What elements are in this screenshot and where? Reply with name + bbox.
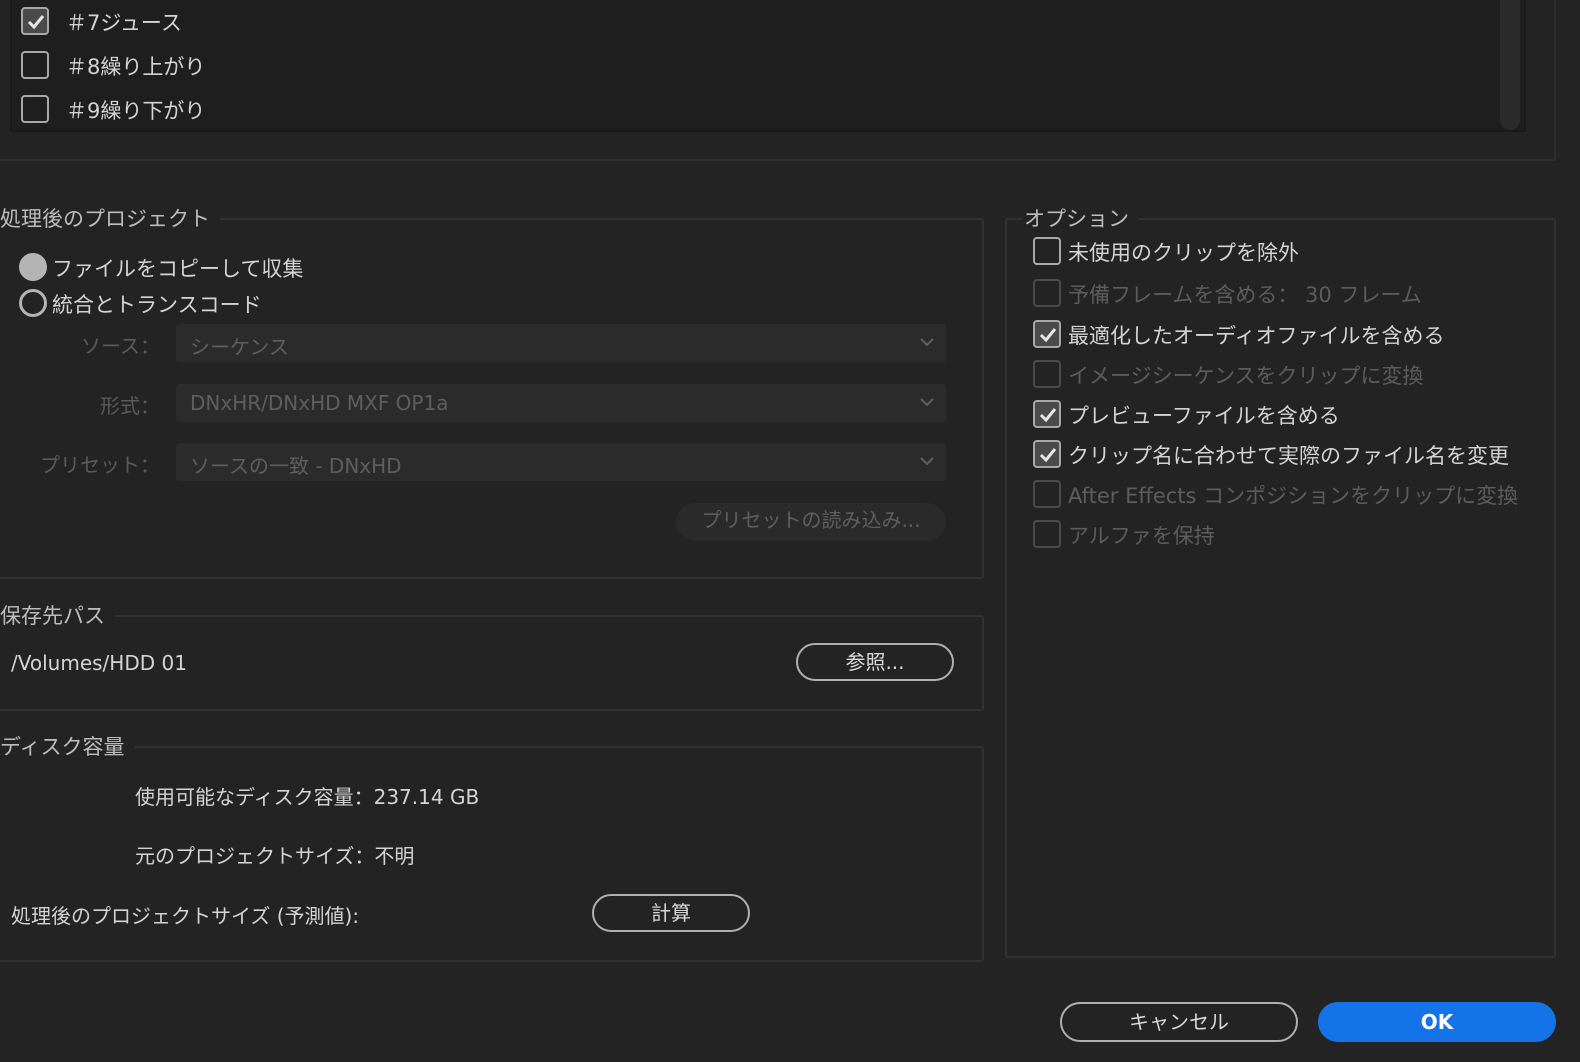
sequence-7-label: ＃7ジュース [66, 11, 182, 35]
sequence-list-scrollbar[interactable] [1500, 0, 1520, 130]
sequence-9-label: ＃9繰り下がり [66, 99, 206, 123]
format-value: DNxHR/DNxHD MXF OP1a [190, 391, 449, 415]
format-select[interactable]: DNxHR/DNxHD MXF OP1a [176, 384, 946, 422]
browse-button[interactable]: 参照... [796, 643, 954, 681]
format-label: 形式： [100, 394, 160, 418]
estimated-size-label: 処理後のプロジェクトサイズ (予測値): [11, 904, 360, 928]
original-size-value: 不明 [374, 844, 415, 868]
checkmark-icon [1039, 328, 1057, 343]
source-select[interactable]: シーケンス [176, 324, 946, 362]
original-size-label: 元のプロジェクトサイズ： [135, 844, 375, 868]
option-preview-files-label: プレビューファイルを含める [1068, 404, 1340, 428]
calculate-button[interactable]: 計算 [592, 894, 750, 932]
destination-title: 保存先パス [0, 600, 115, 630]
option-rename-files-checkbox[interactable] [1033, 440, 1061, 468]
chevron-down-icon [920, 398, 934, 407]
option-image-sequence-label: イメージシーケンスをクリップに変換 [1068, 364, 1424, 388]
radio-consolidate-transcode[interactable] [19, 289, 47, 317]
radio-copy-collect[interactable] [19, 253, 47, 281]
options-title: オプション [1022, 203, 1139, 233]
checkmark-icon [1039, 408, 1057, 423]
processed-project-title: 処理後のプロジェクト [0, 203, 220, 233]
source-value: シーケンス [190, 335, 289, 359]
option-handle-frames-checkbox[interactable] [1033, 279, 1061, 307]
option-exclude-unused-checkbox[interactable] [1033, 237, 1061, 265]
preset-label: プリセット： [40, 453, 160, 477]
sequence-8-checkbox[interactable] [21, 51, 49, 79]
option-ae-compositions-label: After Effects コンポジションをクリップに変換 [1068, 484, 1519, 508]
chevron-down-icon [920, 457, 934, 466]
sequence-8-label: ＃8繰り上がり [66, 55, 206, 79]
option-preview-files-checkbox[interactable] [1033, 400, 1061, 428]
checkmark-icon [27, 15, 45, 30]
chevron-down-icon [920, 338, 934, 347]
original-size-row: 元のプロジェクトサイズ：不明 [135, 840, 414, 869]
option-image-sequence-checkbox[interactable] [1033, 360, 1061, 388]
ok-button[interactable]: OK [1318, 1002, 1556, 1042]
option-preserve-alpha-label: アルファを保持 [1068, 524, 1215, 548]
available-space-row: 使用可能なディスク容量：237.14 GB [135, 781, 479, 810]
radio-copy-collect-label: ファイルをコピーして収集 [52, 257, 304, 281]
option-audio-files-checkbox[interactable] [1033, 320, 1061, 348]
option-audio-files-label: 最適化したオーディオファイルを含める [1068, 324, 1445, 348]
disk-space-title: ディスク容量 [0, 731, 135, 761]
load-preset-button[interactable]: プリセットの読み込み... [676, 503, 946, 541]
available-space-label: 使用可能なディスク容量： [135, 785, 374, 809]
option-rename-files-label: クリップ名に合わせて実際のファイル名を変更 [1068, 444, 1509, 468]
option-ae-compositions-checkbox[interactable] [1033, 480, 1061, 508]
radio-consolidate-label: 統合とトランスコード [52, 293, 262, 317]
option-exclude-unused-label: 未使用のクリップを除外 [1068, 241, 1299, 265]
sequence-9-checkbox[interactable] [21, 95, 49, 123]
sequence-list [10, 0, 1526, 132]
option-handle-frames-label: 予備フレームを含める： 30 フレーム [1068, 283, 1422, 307]
available-space-value: 237.14 GB [373, 785, 480, 809]
destination-path: /Volumes/HDD 01 [11, 651, 187, 675]
option-preserve-alpha-checkbox[interactable] [1033, 520, 1061, 548]
source-label: ソース： [81, 334, 160, 358]
cancel-button[interactable]: キャンセル [1060, 1002, 1298, 1042]
preset-select[interactable]: ソースの一致 - DNxHD [176, 443, 946, 481]
preset-value: ソースの一致 - DNxHD [190, 454, 402, 478]
sequence-7-checkbox[interactable] [21, 7, 49, 35]
checkmark-icon [1039, 448, 1057, 463]
